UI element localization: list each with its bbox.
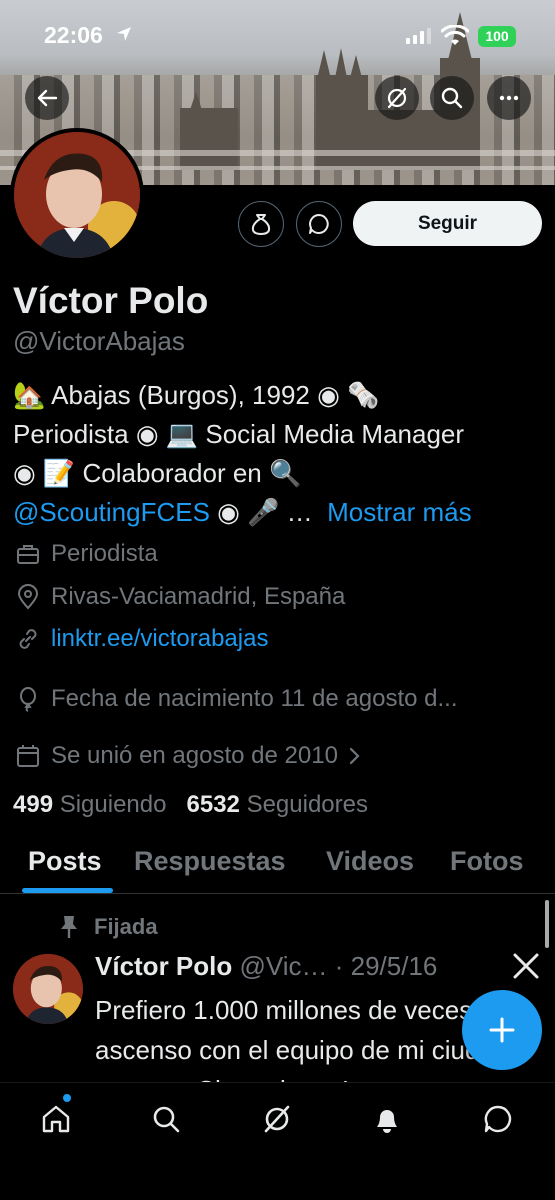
tab-replies[interactable]: Respuestas [134, 846, 286, 877]
followers-label: Seguidores [246, 791, 368, 818]
more-icon [499, 95, 519, 101]
bell-icon [377, 1110, 397, 1133]
tab-posts[interactable]: Posts [28, 846, 102, 877]
profile-bio: 🏡 Abajas (Burgos), 1992 ◉ 🗞️ Periodista … [13, 376, 543, 532]
bio-line-tail: ◉ 🎤 … [209, 497, 313, 527]
search-button[interactable] [430, 76, 474, 120]
birthday-text: Fecha de nacimiento 11 de agosto d... [51, 685, 458, 712]
bio-line: ◉ 📝 Colaborador en 🔍 [13, 458, 302, 488]
post-handle-date: @Vic… · 29/5/16 [232, 951, 438, 981]
profile-category: Periodista [15, 540, 158, 568]
profile-tabs: Posts Respuestas Videos Fotos [0, 838, 555, 894]
location-pin-icon [17, 584, 39, 610]
chevron-right-icon [349, 747, 360, 765]
battery-indicator: 100 [478, 26, 516, 47]
active-tab-indicator [22, 888, 113, 893]
pin-icon [61, 916, 77, 938]
wifi-icon [441, 25, 469, 45]
message-button[interactable] [296, 201, 342, 247]
scrollbar[interactable] [545, 900, 549, 948]
briefcase-icon [17, 545, 39, 564]
profile-avatar[interactable] [10, 128, 144, 262]
bio-line: Periodista ◉ 💻 Social Media Manager [13, 419, 465, 449]
arrow-left-icon [37, 89, 58, 107]
link-icon [19, 629, 37, 649]
avatar-portrait [14, 132, 140, 258]
post-header: Víctor Polo @Vic… · 29/5/16 [95, 951, 437, 982]
profile-handle: @VictorAbajas [13, 326, 185, 356]
balloon-icon [20, 687, 36, 712]
plus-icon [489, 1017, 515, 1043]
cellular-signal-icon [406, 28, 431, 44]
status-bar: 22:06 100 [0, 0, 555, 62]
bio-line: 🏡 Abajas (Burgos), 1992 ◉ 🗞️ [13, 380, 380, 410]
bio-mention-link[interactable]: @ScoutingFCES [13, 497, 210, 527]
grok-button[interactable] [375, 76, 419, 120]
compose-button[interactable] [462, 990, 542, 1070]
post-author-name[interactable]: Víctor Polo [95, 951, 232, 981]
more-options-button[interactable] [487, 76, 531, 120]
money-bag-icon [251, 214, 271, 236]
avatar-portrait [13, 954, 83, 1024]
home-notification-dot [63, 1094, 71, 1102]
nav-grok[interactable] [257, 1099, 297, 1139]
follow-button[interactable]: Seguir [353, 201, 542, 246]
nav-messages[interactable] [478, 1099, 518, 1139]
category-text: Periodista [51, 540, 158, 567]
show-more-link[interactable]: Mostrar más [327, 497, 471, 527]
following-link[interactable]: 499 Siguiendo [13, 791, 166, 818]
post-author-avatar[interactable] [13, 954, 83, 1024]
grok-icon [264, 1105, 290, 1133]
bottom-navigation [0, 1082, 555, 1200]
search-icon [441, 87, 463, 109]
profile-website[interactable]: linktr.ee/victorabajas [15, 625, 268, 653]
message-icon [309, 214, 329, 234]
status-time: 22:06 [44, 22, 103, 48]
search-icon [153, 1106, 180, 1133]
tab-videos[interactable]: Videos [326, 846, 414, 877]
nav-notifications[interactable] [367, 1099, 407, 1139]
following-count: 499 [13, 791, 54, 818]
x-logo-icon [513, 953, 539, 979]
profile-name: Víctor Polo [13, 280, 209, 321]
location-arrow-icon [117, 27, 131, 41]
following-label: Siguiendo [59, 791, 167, 818]
pinned-indicator: Fijada [58, 914, 158, 940]
location-text: Rivas-Vaciamadrid, España [51, 583, 346, 610]
follow-counts: 499 Siguiendo 6532 Seguidores [13, 791, 368, 819]
grok-icon [387, 87, 407, 109]
back-button[interactable] [25, 76, 69, 120]
message-icon [484, 1105, 512, 1133]
calendar-icon [17, 745, 39, 767]
followers-count: 6532 [186, 791, 240, 818]
profile-birthday: Fecha de nacimiento 11 de agosto d... [15, 685, 458, 713]
website-link[interactable]: linktr.ee/victorabajas [51, 625, 268, 653]
profile-joined[interactable]: Se unió en agosto de 2010 [15, 742, 362, 770]
tip-button[interactable] [238, 201, 284, 247]
tab-photos[interactable]: Fotos [450, 846, 524, 877]
nav-search[interactable] [146, 1099, 186, 1139]
bio-line: @ScoutingFCES ◉ 🎤 … Mostrar más [13, 493, 543, 532]
followers-link[interactable]: 6532 Seguidores [187, 791, 368, 818]
home-icon [42, 1105, 70, 1133]
joined-text: Se unió en agosto de 2010 [51, 742, 338, 769]
profile-location: Rivas-Vaciamadrid, España [15, 583, 345, 611]
nav-home[interactable] [36, 1099, 76, 1139]
pinned-label: Fijada [94, 914, 158, 939]
